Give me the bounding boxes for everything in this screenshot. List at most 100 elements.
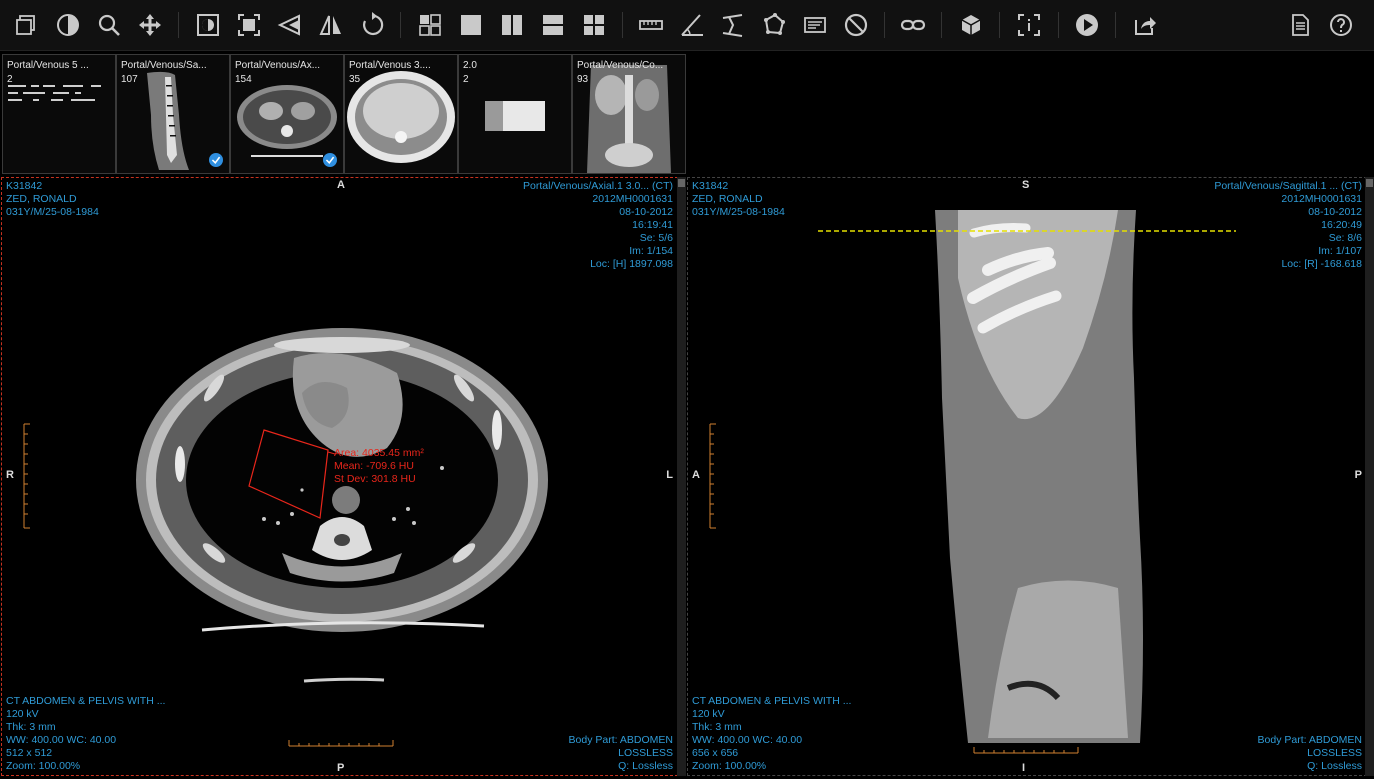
orientation-left: R bbox=[6, 469, 14, 481]
overlay-top-left: K31842 ZED, RONALD 031Y/M/25-08-1984 bbox=[692, 180, 785, 219]
invert-icon[interactable] bbox=[191, 8, 225, 42]
series-thumbnail[interactable]: 2.0 2 bbox=[458, 54, 572, 174]
ruler-icon[interactable] bbox=[634, 8, 668, 42]
thumbnail-title: Portal/Venous 3.... bbox=[349, 60, 431, 71]
series-number: Se: 5/6 bbox=[639, 232, 673, 244]
roi-mean: Mean: -709.6 HU bbox=[334, 460, 414, 472]
overlay-top-right: Portal/Venous/Axial.1 3.0... (CT) 2012MH… bbox=[523, 180, 673, 271]
image-number: Im: 1/154 bbox=[629, 245, 673, 257]
patient-age-sex-dob: 031Y/M/25-08-1984 bbox=[692, 206, 785, 218]
study-time: 16:19:41 bbox=[632, 219, 673, 231]
quality: Q: Lossless bbox=[1307, 760, 1362, 772]
study-date: 08-10-2012 bbox=[1308, 206, 1362, 218]
zoom-level: Zoom: 100.00% bbox=[692, 760, 767, 772]
patient-age-sex-dob: 031Y/M/25-08-1984 bbox=[6, 206, 99, 218]
slice-location: Loc: [R] -168.618 bbox=[1281, 258, 1362, 270]
play-icon[interactable] bbox=[1070, 8, 1104, 42]
angle-icon[interactable] bbox=[675, 8, 709, 42]
thumbnail-count: 107 bbox=[121, 74, 138, 85]
layout-2x1-icon[interactable] bbox=[536, 8, 570, 42]
help-icon[interactable] bbox=[1324, 8, 1358, 42]
overlay-top-left: K31842 ZED, RONALD 031Y/M/25-08-1984 bbox=[6, 180, 99, 219]
accession-number: 2012MH0001631 bbox=[1281, 193, 1362, 205]
viewport-axial[interactable]: K31842 ZED, RONALD 031Y/M/25-08-1984 Por… bbox=[1, 177, 678, 776]
flip-vertical-icon[interactable] bbox=[273, 8, 307, 42]
orientation-bottom: P bbox=[337, 762, 345, 774]
series-thumbnail[interactable]: Portal/Venous 5 ... 2 bbox=[2, 54, 116, 174]
study-date: 08-10-2012 bbox=[619, 206, 673, 218]
slice-thickness: Thk: 3 mm bbox=[6, 721, 56, 733]
share-icon[interactable] bbox=[1128, 8, 1162, 42]
series-description: Portal/Venous/Axial.1 3.0... (CT) bbox=[523, 180, 673, 192]
roi-measurement-label[interactable]: Area: 4035.45 mm² Mean: -709.6 HU St Dev… bbox=[334, 447, 424, 486]
clear-icon[interactable] bbox=[839, 8, 873, 42]
scrollbar-thumb[interactable] bbox=[678, 179, 685, 187]
thumbnail-count: 154 bbox=[235, 74, 252, 85]
zoom-level: Zoom: 100.00% bbox=[6, 760, 81, 772]
report-icon[interactable] bbox=[1283, 8, 1317, 42]
series-number: Se: 8/6 bbox=[1328, 232, 1362, 244]
orientation-right: P bbox=[1354, 469, 1362, 481]
layout-1x1-quad-icon[interactable] bbox=[413, 8, 447, 42]
thumbnail-title: Portal/Venous/Co... bbox=[577, 60, 664, 71]
thumbnail-count: 35 bbox=[349, 74, 361, 85]
image-number: Im: 1/107 bbox=[1318, 245, 1362, 257]
overlay-top-right: Portal/Venous/Sagittal.1 ... (CT) 2012MH… bbox=[1214, 180, 1362, 271]
kvp: 120 kV bbox=[692, 708, 725, 720]
check-icon bbox=[209, 153, 223, 167]
compression: LOSSLESS bbox=[618, 747, 673, 759]
thumbnail-title: 2.0 bbox=[463, 60, 477, 71]
quality: Q: Lossless bbox=[618, 760, 673, 772]
thumbnail-count: 2 bbox=[463, 74, 469, 85]
series-thumbnail[interactable]: Portal/Venous/Sa... 107 bbox=[116, 54, 230, 174]
thumbnail-title: Portal/Venous 5 ... bbox=[7, 60, 89, 71]
axial-scrollbar[interactable] bbox=[677, 177, 686, 776]
layout-1x2-icon[interactable] bbox=[495, 8, 529, 42]
series-layout-icon[interactable] bbox=[10, 8, 44, 42]
3d-cube-icon[interactable] bbox=[954, 8, 988, 42]
study-description: CT ABDOMEN & PELVIS WITH ... bbox=[692, 695, 852, 707]
window-level: WW: 400.00 WC: 40.00 bbox=[6, 734, 117, 746]
layout-1x1-icon[interactable] bbox=[454, 8, 488, 42]
scrollbar-thumb[interactable] bbox=[1366, 179, 1373, 187]
matrix-size: 656 x 656 bbox=[692, 747, 739, 759]
body-part: Body Part: ABDOMEN bbox=[568, 734, 673, 746]
patient-name: ZED, RONALD bbox=[692, 193, 763, 205]
study-time: 16:20:49 bbox=[1321, 219, 1362, 231]
series-thumbnail[interactable]: Portal/Venous/Ax... 154 bbox=[230, 54, 344, 174]
kvp: 120 kV bbox=[6, 708, 39, 720]
reset-icon[interactable] bbox=[355, 8, 389, 42]
orientation-bottom: I bbox=[1022, 762, 1026, 774]
flip-horizontal-icon[interactable] bbox=[314, 8, 348, 42]
sagittal-scrollbar[interactable] bbox=[1365, 177, 1374, 776]
body-part: Body Part: ABDOMEN bbox=[1257, 734, 1362, 746]
pan-icon[interactable] bbox=[133, 8, 167, 42]
link-icon[interactable] bbox=[896, 8, 930, 42]
orientation-top: S bbox=[1022, 179, 1030, 191]
zoom-icon[interactable] bbox=[92, 8, 126, 42]
matrix-size: 512 x 512 bbox=[6, 747, 53, 759]
patient-id: K31842 bbox=[692, 180, 729, 192]
annotation-icon[interactable] bbox=[798, 8, 832, 42]
series-thumbnail[interactable]: Portal/Venous 3.... 35 bbox=[344, 54, 458, 174]
patient-name: ZED, RONALD bbox=[6, 193, 77, 205]
info-icon[interactable] bbox=[1012, 8, 1046, 42]
toolbar bbox=[0, 0, 1374, 51]
layout-2x2-icon[interactable] bbox=[577, 8, 611, 42]
fit-icon[interactable] bbox=[232, 8, 266, 42]
patient-id: K31842 bbox=[6, 180, 43, 192]
slice-thickness: Thk: 3 mm bbox=[692, 721, 742, 733]
slice-location: Loc: [H] 1897.098 bbox=[590, 258, 673, 270]
compression: LOSSLESS bbox=[1307, 747, 1362, 759]
study-description: CT ABDOMEN & PELVIS WITH ... bbox=[6, 695, 166, 707]
viewport-sagittal[interactable]: K31842 ZED, RONALD 031Y/M/25-08-1984 Por… bbox=[687, 177, 1367, 776]
cobb-angle-icon[interactable] bbox=[716, 8, 750, 42]
accession-number: 2012MH0001631 bbox=[592, 193, 673, 205]
thumbnail-count: 2 bbox=[7, 74, 13, 85]
series-description: Portal/Venous/Sagittal.1 ... (CT) bbox=[1214, 180, 1362, 192]
overlay-bottom-right: Body Part: ABDOMEN LOSSLESS Q: Lossless bbox=[1258, 734, 1362, 773]
series-thumbnail[interactable]: Portal/Venous/Co... 93 bbox=[572, 54, 686, 174]
roi-icon[interactable] bbox=[757, 8, 791, 42]
check-icon bbox=[323, 153, 337, 167]
window-level-icon[interactable] bbox=[51, 8, 85, 42]
